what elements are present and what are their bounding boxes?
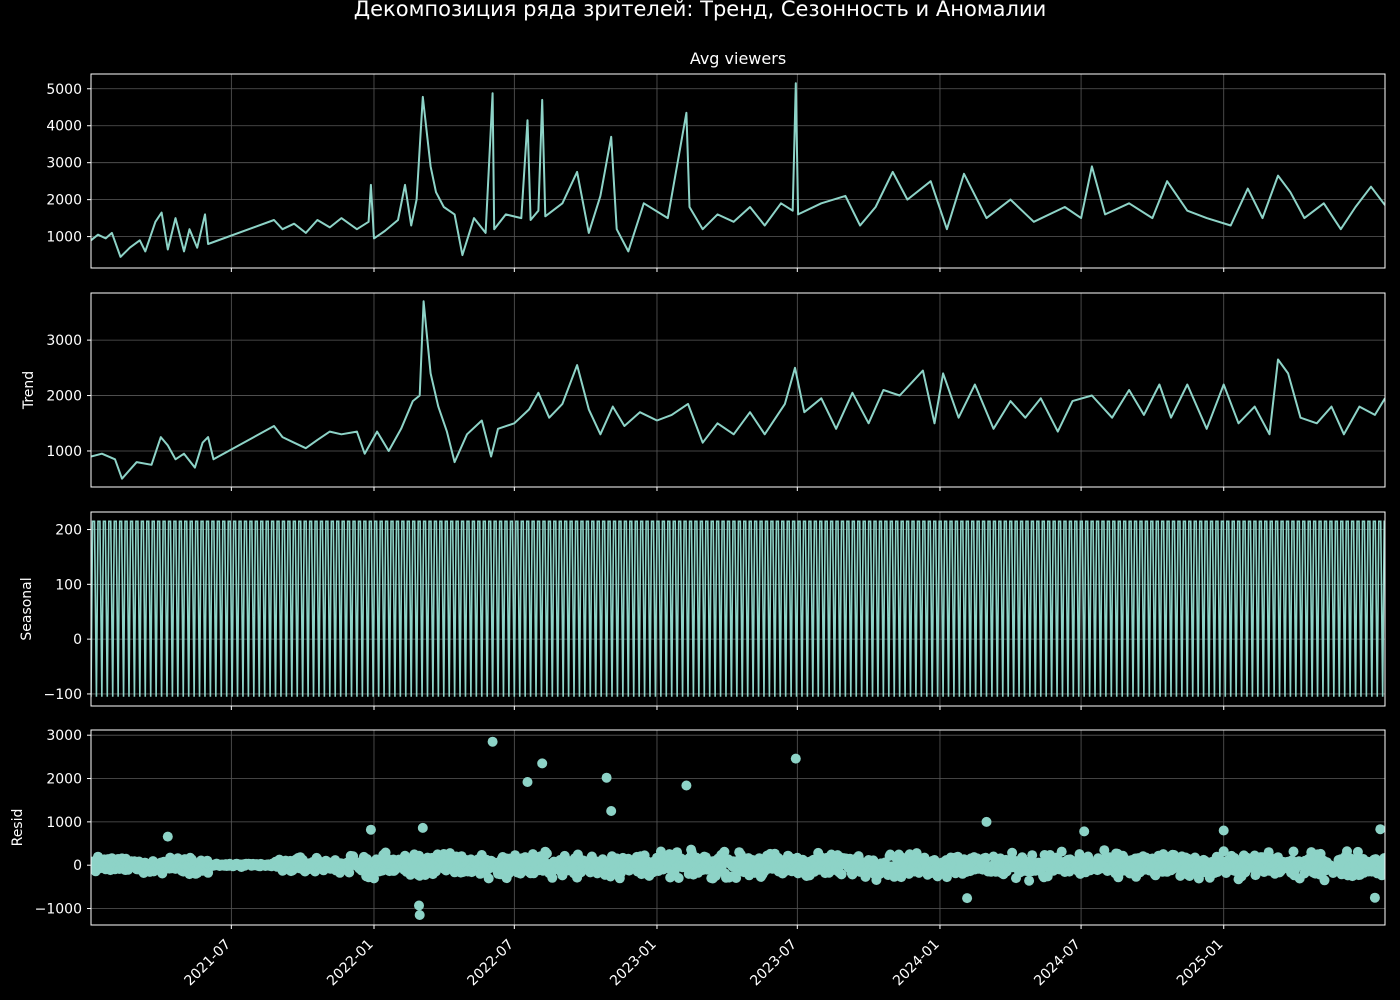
resid-outlier-point [962, 893, 973, 904]
y-axis-label: Trend [21, 371, 37, 410]
resid-outlier-point [1218, 825, 1229, 836]
resid-point [483, 873, 494, 884]
figure-background [0, 0, 1400, 1000]
y-tick-label: 1000 [46, 815, 82, 831]
resid-outlier-point [414, 910, 425, 920]
y-axis-label: Seasonal [19, 577, 35, 640]
y-tick-label: 2000 [46, 772, 82, 788]
y-tick-label: 100 [55, 577, 82, 593]
resid-outlier-point [1079, 826, 1090, 837]
y-tick-label: −1000 [35, 902, 82, 918]
resid-outlier-point [522, 777, 533, 787]
resid-outlier-point [981, 816, 992, 827]
y-tick-label: 2000 [46, 193, 82, 209]
decomposition-figure: Декомпозиция ряда зрителей: Тренд, Сезон… [0, 0, 1400, 1000]
resid-point [1024, 875, 1035, 886]
figure-title: Декомпозиция ряда зрителей: Тренд, Сезон… [354, 0, 1047, 21]
y-tick-label: 1000 [46, 230, 82, 246]
panel-observed-title: Avg viewers [690, 49, 786, 68]
resid-outlier-point [606, 806, 617, 816]
resid-outlier-point [790, 753, 801, 764]
y-tick-label: 2000 [46, 389, 82, 405]
resid-outlier-point [601, 772, 612, 783]
resid-outlier-point [365, 824, 376, 835]
y-tick-label: 4000 [46, 119, 82, 135]
resid-outlier-point [414, 900, 424, 911]
y-axis-label: Resid [10, 809, 26, 847]
y-tick-label: 0 [73, 632, 82, 648]
resid-point [1288, 846, 1299, 857]
resid-point [1056, 846, 1067, 857]
y-tick-label: 3000 [46, 333, 82, 349]
resid-outlier-point [537, 758, 548, 769]
resid-outlier-point [681, 780, 692, 791]
y-tick-label: −100 [44, 687, 82, 703]
resid-outlier-point [162, 831, 173, 842]
resid-point [541, 848, 552, 859]
resid-point [673, 873, 684, 883]
resid-point [1319, 875, 1330, 886]
resid-outlier-point [487, 736, 498, 747]
y-tick-label: 200 [55, 523, 82, 539]
y-tick-label: 3000 [46, 156, 82, 172]
y-tick-label: 1000 [46, 444, 82, 460]
resid-outlier-point [417, 822, 428, 833]
y-tick-label: 3000 [46, 728, 82, 744]
resid-outlier-point [1369, 892, 1380, 903]
y-tick-label: 0 [73, 858, 82, 874]
resid-outlier-point [1375, 824, 1385, 835]
y-tick-label: 5000 [46, 82, 82, 98]
